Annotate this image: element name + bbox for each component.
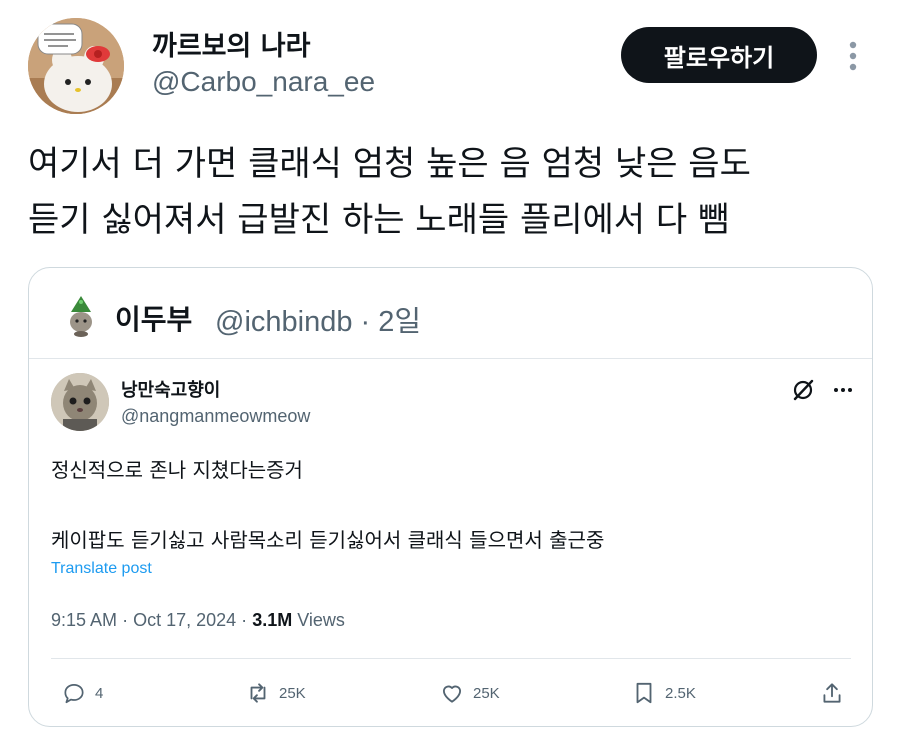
repost-icon bbox=[250, 683, 266, 703]
quote-header: 이두부 @ichbindb · 2일 bbox=[29, 268, 872, 358]
author-avatar[interactable] bbox=[28, 18, 124, 114]
bookmark-count: 2.5K bbox=[665, 684, 696, 702]
like-button[interactable]: 25K bbox=[439, 678, 500, 708]
inner-author-avatar[interactable] bbox=[51, 373, 109, 431]
inner-post-line-2: 케이팝도 듣기싫고 사람목소리 듣기싫어서 클래식 들으면서 출근중 bbox=[51, 528, 605, 552]
meta-dot: · bbox=[241, 610, 248, 630]
tweet-body: 여기서 더 가면 클래식 엄청 높은 음 엄청 낮은 음도 듣기 싫어져서 급발… bbox=[28, 136, 878, 248]
share-icon bbox=[823, 683, 841, 703]
green-sprout-cat-avatar-icon bbox=[67, 294, 95, 338]
quote-card[interactable]: 이두부 @ichbindb · 2일 낭만숙고향이 @nangmanmeowme… bbox=[28, 267, 873, 727]
actions-divider bbox=[51, 658, 851, 659]
like-count: 25K bbox=[473, 684, 500, 702]
post-date[interactable]: Oct 17, 2024 bbox=[133, 610, 236, 630]
post-meta: 9:15 AM · Oct 17, 2024 · 3.1M Views bbox=[51, 610, 345, 631]
quote-separator: · bbox=[360, 306, 371, 338]
quote-author-meta[interactable]: @ichbindb · 2일 bbox=[215, 298, 421, 340]
cat-photo-avatar-icon bbox=[51, 373, 109, 431]
tweet-line-1: 여기서 더 가면 클래식 엄청 높은 음 엄청 낮은 음도 bbox=[28, 144, 751, 184]
meta-dot: · bbox=[122, 610, 129, 630]
author-display-name[interactable]: 까르보의 나라 bbox=[152, 24, 310, 63]
quote-divider bbox=[29, 358, 872, 359]
views-count: 3.1M bbox=[252, 610, 293, 630]
bookmark-button[interactable]: 2.5K bbox=[631, 678, 696, 708]
quote-age[interactable]: 2일 bbox=[378, 306, 421, 338]
quote-author-handle[interactable]: @ichbindb bbox=[215, 306, 352, 338]
more-horizontal-icon[interactable] bbox=[831, 378, 855, 402]
share-button[interactable] bbox=[819, 678, 853, 708]
translate-post-link[interactable]: Translate post bbox=[51, 560, 152, 578]
author-handle[interactable]: @Carbo_nara_ee bbox=[152, 66, 375, 98]
heart-icon bbox=[442, 685, 462, 703]
grok-icon[interactable] bbox=[791, 378, 815, 402]
more-vertical-icon[interactable] bbox=[838, 38, 868, 74]
quote-author-name[interactable]: 이두부 bbox=[115, 298, 192, 338]
inner-author-handle[interactable]: @nangmanmeowmeow bbox=[121, 406, 310, 427]
repost-count: 25K bbox=[279, 684, 306, 702]
inner-author-name[interactable]: 낭만숙고향이 bbox=[121, 376, 220, 402]
reply-count: 4 bbox=[95, 684, 104, 702]
tweet-line-2: 듣기 싫어져서 급발진 하는 노래들 플리에서 다 뺌 bbox=[28, 200, 730, 240]
post-time[interactable]: 9:15 AM bbox=[51, 610, 117, 630]
hello-kitty-plush-avatar-icon bbox=[28, 18, 124, 114]
inner-post-line-1: 정신적으로 존나 지쳤다는증거 bbox=[51, 458, 303, 482]
reply-button[interactable]: 4 bbox=[61, 678, 103, 708]
bookmark-icon bbox=[636, 682, 652, 704]
repost-button[interactable]: 25K bbox=[245, 678, 306, 708]
reply-icon bbox=[64, 684, 84, 704]
views-label: Views bbox=[297, 610, 345, 630]
follow-button[interactable]: 팔로우하기 bbox=[621, 27, 817, 83]
